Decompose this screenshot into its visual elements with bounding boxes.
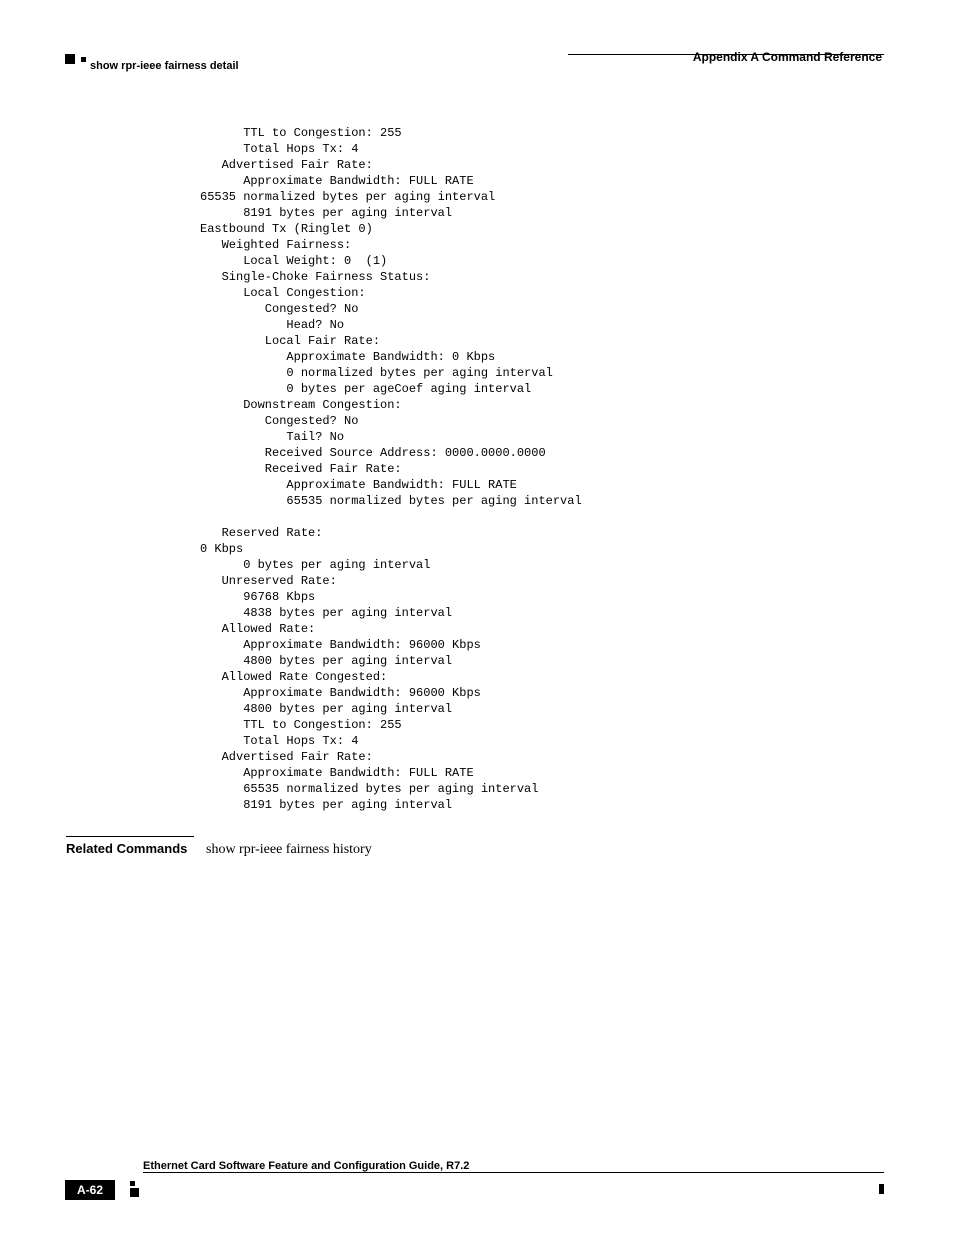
command-output: TTL to Congestion: 255 Total Hops Tx: 4 … bbox=[200, 125, 884, 813]
related-commands-text: show rpr-ieee fairness history bbox=[206, 842, 372, 858]
related-rule bbox=[66, 836, 194, 837]
page-footer: Ethernet Card Software Feature and Confi… bbox=[65, 1160, 884, 1200]
footer-rule bbox=[143, 1172, 884, 1173]
footer-marks bbox=[130, 1178, 139, 1197]
square-mark-icon bbox=[130, 1188, 139, 1197]
header-left-marks bbox=[65, 54, 86, 64]
right-edge-mark-icon bbox=[879, 1184, 884, 1194]
square-mark-small-icon bbox=[130, 1181, 135, 1186]
command-heading: show rpr-ieee fairness detail bbox=[90, 60, 239, 72]
appendix-heading: Appendix A Command Reference bbox=[693, 50, 882, 64]
page-number: A-62 bbox=[65, 1180, 115, 1200]
related-commands-section: Related Commands show rpr-ieee fairness … bbox=[66, 836, 884, 858]
related-commands-label: Related Commands bbox=[66, 841, 206, 856]
footer-title: Ethernet Card Software Feature and Confi… bbox=[143, 1160, 884, 1172]
square-mark-small-icon bbox=[81, 57, 86, 62]
square-mark-icon bbox=[65, 54, 75, 64]
content-region: TTL to Congestion: 255 Total Hops Tx: 4 … bbox=[200, 125, 884, 813]
